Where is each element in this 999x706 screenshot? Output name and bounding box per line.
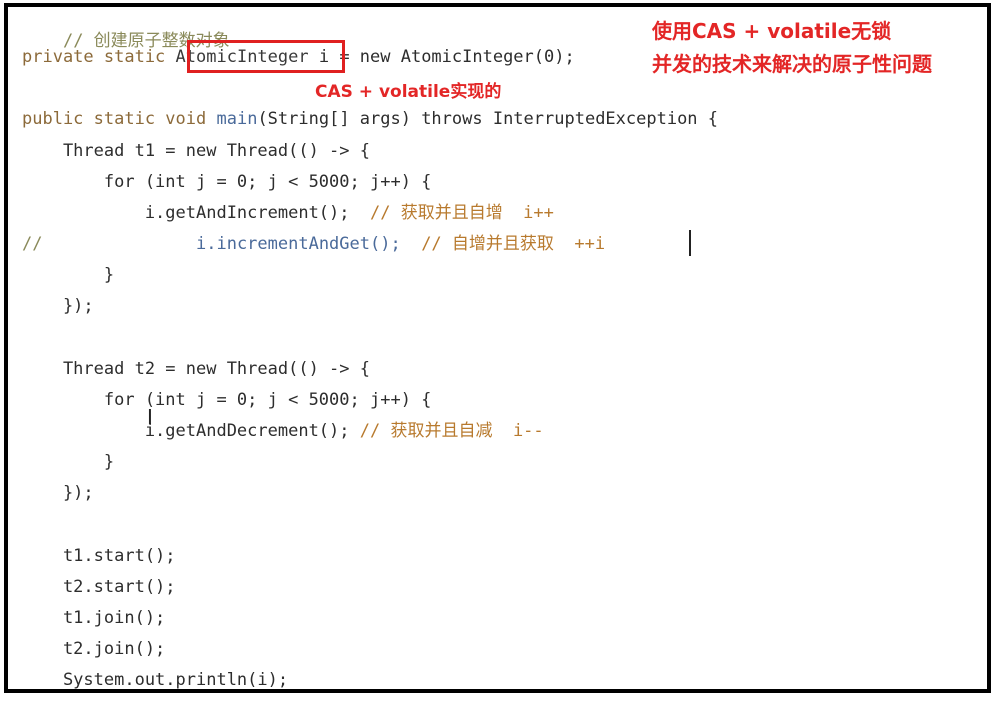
atomic-integer-highlight-box — [187, 40, 345, 73]
code-line-t1: Thread t1 = new Thread(() -> { — [22, 141, 370, 161]
code-line-println: System.out.println(i); — [22, 670, 289, 690]
code-editor[interactable]: // 创建原子整数对象 private static AtomicInteger… — [22, 8, 718, 690]
code-line-decrement: i.getAndDecrement(); // 获取并且自减 i-- — [22, 420, 544, 442]
code-line-close-t2: }); — [22, 483, 94, 503]
comment-increment: // 获取并且自增 i++ — [370, 203, 554, 223]
code-line-increment: i.getAndIncrement(); // 获取并且自增 i++ — [22, 202, 554, 224]
code-line-main: public static void main(String[] args) t… — [22, 108, 718, 130]
comment-prefix: // — [22, 234, 43, 254]
annotation-title-line2: 并发的技术来解决的原子性问题 — [652, 52, 932, 76]
code-line-close-for-1: } — [22, 265, 115, 285]
code-line-commented: // i.incrementAndGet(); // 自增并且获取 ++i — [22, 233, 605, 255]
i-beam-cursor-icon: I — [147, 405, 153, 429]
comment-decrement: // 获取并且自减 i-- — [359, 421, 544, 441]
code-line-t2: Thread t2 = new Thread(() -> { — [22, 359, 370, 379]
code-line-close-t1: }); — [22, 296, 94, 316]
text-caret — [689, 230, 691, 256]
code-line-t2-start: t2.start(); — [22, 577, 176, 597]
main-signature-rest: (String[] args) throws InterruptedExcept… — [257, 109, 719, 129]
code-line-for-1: for (int j = 0; j < 5000; j++) { — [22, 172, 432, 192]
decrement-call: i.getAndDecrement(); — [22, 421, 360, 441]
annotation-box-label: CAS + volatile实现的 — [315, 82, 502, 102]
declaration-rest: i = new AtomicInteger(0); — [308, 47, 575, 67]
code-line-t1-start: t1.start(); — [22, 546, 176, 566]
method-main: main — [216, 109, 258, 129]
code-line-close-for-2: } — [22, 452, 115, 472]
increment-and-get-call: i.incrementAndGet(); — [42, 234, 422, 254]
annotation-title-line1: 使用CAS + volatile无锁 — [652, 19, 892, 43]
code-line-t1-join: t1.join(); — [22, 608, 166, 628]
keyword-public-static-void: public static void — [22, 109, 207, 129]
code-line-1: // 创建原子整数对象 — [22, 8, 230, 51]
comment-increment-get: // 自增并且获取 ++i — [421, 234, 606, 254]
keyword-private-static: private static — [22, 47, 166, 67]
increment-call: i.getAndIncrement(); — [22, 203, 370, 223]
code-line-for-2: for (int j = 0; j < 5000; j++) { — [22, 390, 432, 410]
code-line-t2-join: t2.join(); — [22, 639, 166, 659]
